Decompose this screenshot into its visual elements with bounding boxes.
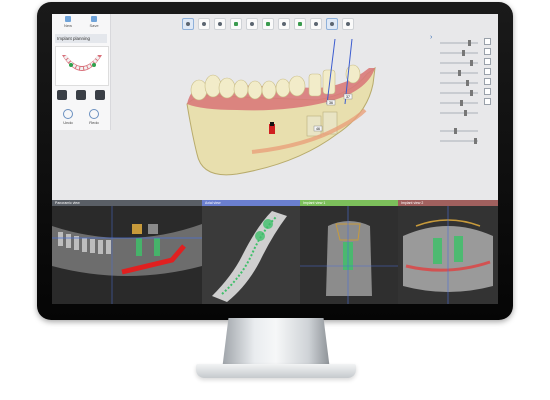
crown-icon[interactable] — [262, 18, 274, 30]
bone-icon[interactable] — [310, 18, 322, 30]
slider-4[interactable] — [440, 70, 478, 76]
axial-image — [202, 206, 300, 304]
redo-icon — [89, 109, 99, 119]
arch-icon[interactable] — [76, 90, 86, 100]
toggle-2-icon[interactable] — [484, 48, 491, 55]
implant-icon[interactable] — [246, 18, 258, 30]
implant-view-2[interactable]: Implant view 2 — [398, 200, 498, 304]
scan-icon[interactable] — [198, 18, 210, 30]
patient-icon[interactable] — [182, 18, 194, 30]
slider-3[interactable] — [440, 60, 478, 66]
sleeve-icon[interactable] — [294, 18, 306, 30]
panoramic-image — [52, 206, 202, 304]
slider-7[interactable] — [440, 100, 478, 106]
left-panel: New Save Implant planning Undo Redo — [52, 14, 111, 130]
slider-2[interactable] — [440, 50, 478, 56]
panoramic-view[interactable]: Panoramic view — [52, 200, 202, 304]
jaw-thumbnail[interactable] — [55, 46, 109, 86]
settings-icon[interactable] — [342, 18, 354, 30]
bridge-icon[interactable] — [95, 90, 105, 100]
save-icon — [91, 16, 97, 22]
redo-label: Redo — [89, 120, 99, 125]
toggle-4-icon[interactable] — [484, 68, 491, 75]
right-panel: › — [428, 34, 494, 154]
undo-button[interactable]: Undo — [58, 109, 78, 125]
redo-button[interactable]: Redo — [84, 109, 104, 125]
save-label: Save — [89, 23, 99, 28]
new-button[interactable]: New — [58, 16, 78, 30]
implant-label-36: 36 — [329, 101, 333, 105]
slider-10[interactable] — [440, 138, 478, 144]
implant-view-2-image — [398, 206, 498, 304]
implant-view-1[interactable]: Implant view 1 — [300, 200, 398, 304]
implant-label-37: 37 — [346, 95, 350, 99]
slider-6[interactable] — [440, 90, 478, 96]
slider-9[interactable] — [440, 128, 478, 134]
main-toolbar — [182, 18, 358, 34]
toggle-1-icon[interactable] — [484, 38, 491, 45]
jaw-3d-model[interactable]: 46 36 37 — [177, 34, 437, 194]
single-tooth-icon[interactable] — [57, 90, 67, 100]
slider-5[interactable] — [440, 80, 478, 86]
save-button[interactable]: Save — [84, 16, 104, 30]
toggle-3-icon[interactable] — [484, 58, 491, 65]
toggle-5-icon[interactable] — [484, 78, 491, 85]
monitor-stand — [222, 318, 330, 370]
implant-view-1-image — [300, 206, 398, 304]
undo-label: Undo — [63, 120, 73, 125]
slice-views: Panoramic view Axial view Implant view 1… — [52, 200, 498, 304]
toggle-7-icon[interactable] — [484, 98, 491, 105]
monitor-base — [196, 364, 356, 378]
guide-icon[interactable] — [278, 18, 290, 30]
jaw-thumbnail-image — [62, 55, 102, 71]
axial-view[interactable]: Axial view — [202, 200, 300, 304]
implant-label-46: 46 — [316, 127, 320, 131]
tooth-icon[interactable] — [326, 18, 338, 30]
slider-8[interactable] — [440, 110, 478, 116]
new-icon — [65, 16, 71, 22]
slider-1[interactable] — [440, 40, 478, 46]
view-mode-icons — [57, 90, 105, 104]
wrench-icon[interactable] — [214, 18, 226, 30]
panel-title: Implant planning — [55, 34, 107, 43]
chevron-right-icon[interactable]: › — [430, 34, 432, 41]
jaw-icon[interactable] — [230, 18, 242, 30]
undo-icon — [63, 109, 73, 119]
new-label: New — [63, 23, 72, 28]
app-screen: New Save Implant planning Undo Redo 46 3… — [52, 14, 498, 304]
toggle-6-icon[interactable] — [484, 88, 491, 95]
